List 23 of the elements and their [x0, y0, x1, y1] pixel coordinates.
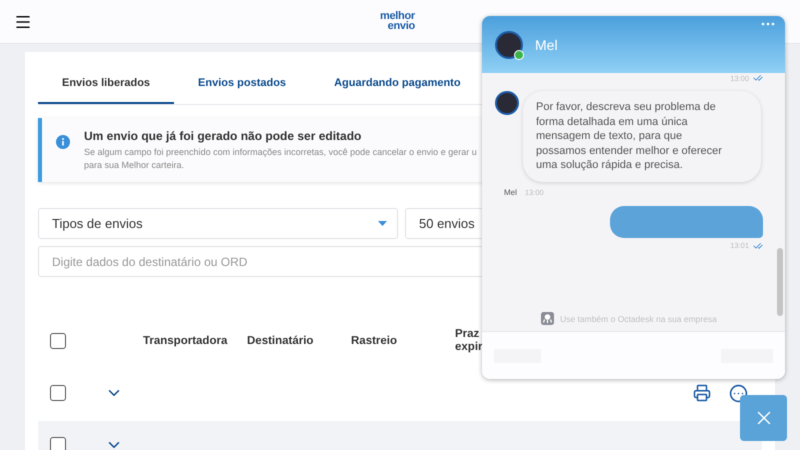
sender-name: Mel — [504, 188, 517, 196]
alert-title: Um envio que já foi gerado não pode ser editado — [84, 129, 362, 143]
shipment-type-select[interactable]: Tipos de envios — [38, 208, 398, 239]
column-header: Destinatário — [247, 334, 314, 348]
tab[interactable]: Aguardando pagamento — [310, 64, 485, 104]
select-all-checkbox[interactable] — [50, 333, 66, 349]
logo: melhor envio — [380, 11, 415, 31]
column-header: Praz expir — [455, 328, 484, 354]
row-checkbox[interactable] — [50, 385, 66, 401]
caret-icon — [378, 221, 387, 226]
printer-icon[interactable] — [693, 384, 711, 402]
column-header: Transportadora — [143, 334, 228, 348]
info-icon — [56, 135, 70, 149]
alert-text: Se algum campo foi preenchido com informações incorretas, você pode cancelar o envio e gerar u para sua Melhor carteira. — [84, 146, 477, 172]
tab[interactable]: Envios postados — [174, 64, 310, 104]
column-header: Rastreio — [351, 334, 398, 348]
more-icon[interactable] — [729, 384, 748, 402]
message-bubble: Por favor, descreva seu problema de forma detalhada em uma única mensagem de texto, para que possamos entender melhor e oferecer uma solução rápida e precisa. — [523, 91, 761, 182]
row-checkbox[interactable] — [50, 437, 66, 450]
agent-name: Mel — [535, 36, 558, 52]
tab[interactable]: Envios liberados — [38, 64, 174, 104]
octopus-icon — [541, 312, 554, 325]
avatar — [495, 91, 519, 115]
